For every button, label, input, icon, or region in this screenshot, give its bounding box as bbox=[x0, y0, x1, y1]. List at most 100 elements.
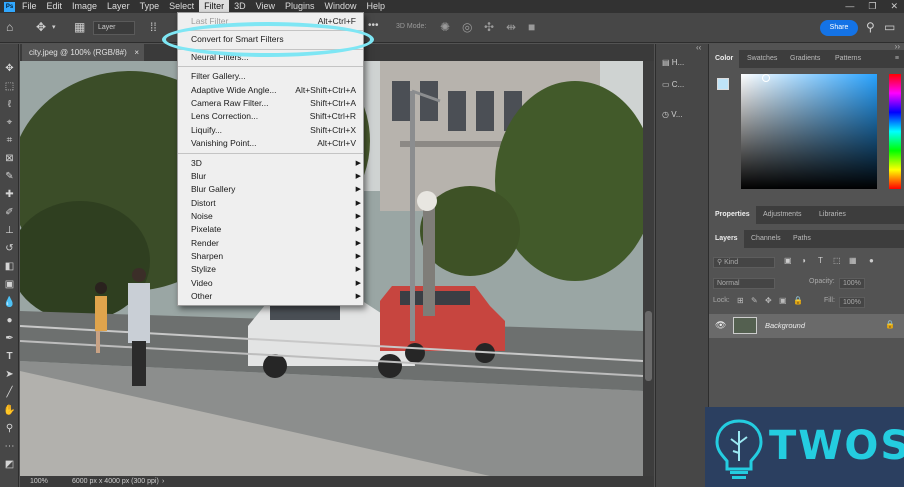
scrollbar-thumb[interactable] bbox=[645, 311, 652, 381]
menu-layer[interactable]: Layer bbox=[102, 0, 135, 13]
tab-color[interactable]: Color bbox=[709, 50, 740, 68]
fill-field[interactable]: 100% bbox=[839, 297, 865, 308]
lock-artboard-icon[interactable]: ▣ bbox=[779, 296, 787, 305]
document-tab[interactable]: city.jpeg @ 100% (RGB/8#) × bbox=[22, 44, 144, 61]
orbit-3d-icon[interactable]: ✺ bbox=[440, 20, 450, 34]
path-select-tool-icon[interactable]: ➤ bbox=[2, 368, 17, 382]
color-picker-cursor[interactable] bbox=[762, 74, 770, 82]
menu-item-adaptive-wide-angle[interactable]: Adaptive Wide Angle... Alt+Shift+Ctrl+A bbox=[191, 84, 356, 97]
lock-all-icon[interactable]: 🔒 bbox=[793, 296, 803, 305]
brush-tool-icon[interactable]: ✐ bbox=[2, 206, 17, 220]
blend-mode-select[interactable]: Normal bbox=[713, 278, 775, 289]
auto-select-dropdown[interactable]: Layer bbox=[93, 21, 135, 35]
tab-layers[interactable]: Layers bbox=[709, 230, 744, 248]
more-tools-icon[interactable]: ⋯ bbox=[2, 440, 17, 454]
chevron-down-icon[interactable]: ▾ bbox=[52, 23, 56, 31]
lock-transparent-icon[interactable]: ⊞ bbox=[737, 296, 744, 305]
close-tab-icon[interactable]: × bbox=[134, 44, 139, 61]
crop-tool-icon[interactable]: ⌗ bbox=[2, 134, 17, 148]
pan-3d-icon[interactable]: ✣ bbox=[484, 20, 494, 34]
tab-properties[interactable]: Properties bbox=[709, 206, 756, 224]
more-options-icon[interactable]: ••• bbox=[368, 20, 379, 31]
auto-select-icon[interactable]: ▦ bbox=[74, 20, 85, 34]
hue-slider[interactable] bbox=[889, 74, 901, 189]
type-tool-icon[interactable]: T bbox=[2, 350, 17, 364]
tab-adjustments[interactable]: Adjustments bbox=[757, 206, 808, 224]
layer-filter-kind[interactable]: ⚲ Kind bbox=[713, 257, 775, 268]
filter-toggle-icon[interactable]: ● bbox=[869, 256, 874, 265]
tab-swatches[interactable]: Swatches bbox=[741, 50, 783, 68]
layer-row[interactable]: 👁 Background 🔒 bbox=[709, 314, 904, 338]
tab-libraries[interactable]: Libraries bbox=[813, 206, 852, 224]
line-tool-icon[interactable]: ╱ bbox=[2, 386, 17, 400]
workspace-icon[interactable]: ▭ bbox=[884, 20, 895, 34]
menu-item-blur-gallery[interactable]: Blur Gallery ▶ bbox=[191, 183, 361, 196]
opacity-field[interactable]: 100% bbox=[839, 278, 865, 289]
marquee-tool-icon[interactable]: ⬚ bbox=[2, 80, 17, 94]
vertical-scrollbar[interactable] bbox=[643, 61, 654, 476]
menu-item-video[interactable]: Video ▶ bbox=[191, 277, 361, 290]
search-icon[interactable]: ⚲ bbox=[866, 20, 875, 34]
zoom-level[interactable]: 100% bbox=[30, 476, 48, 487]
history-brush-tool-icon[interactable]: ↺ bbox=[2, 242, 17, 256]
menu-item-render[interactable]: Render ▶ bbox=[191, 237, 361, 250]
menu-item-liquify[interactable]: Liquify... Shift+Ctrl+X bbox=[191, 124, 356, 137]
home-icon[interactable]: ⌂ bbox=[6, 20, 13, 34]
close-icon[interactable]: ✕ bbox=[890, 0, 898, 13]
menu-item-pixelate[interactable]: Pixelate ▶ bbox=[191, 223, 361, 236]
tab-patterns[interactable]: Patterns bbox=[829, 50, 867, 68]
gradient-tool-icon[interactable]: ▣ bbox=[2, 278, 17, 292]
filter-smart-object-icon[interactable]: ▦ bbox=[849, 256, 857, 265]
menu-item-filter-gallery[interactable]: Filter Gallery... bbox=[191, 70, 356, 83]
eraser-tool-icon[interactable]: ◧ bbox=[2, 260, 17, 274]
minimize-icon[interactable]: — bbox=[845, 0, 854, 13]
status-menu-arrow-icon[interactable]: › bbox=[162, 476, 164, 487]
menu-item-stylize[interactable]: Stylize ▶ bbox=[191, 263, 361, 276]
restore-icon[interactable]: ❐ bbox=[868, 0, 876, 13]
comments-panel-button[interactable]: ▭ C... bbox=[662, 80, 684, 89]
scale-3d-icon[interactable]: ■ bbox=[528, 20, 535, 34]
menu-item-blur[interactable]: Blur ▶ bbox=[191, 170, 361, 183]
menu-item-camera-raw-filter[interactable]: Camera Raw Filter... Shift+Ctrl+A bbox=[191, 97, 356, 110]
dodge-tool-icon[interactable]: ● bbox=[2, 314, 17, 328]
eyedropper-tool-icon[interactable]: ✎ bbox=[2, 170, 17, 184]
roll-3d-icon[interactable]: ◎ bbox=[462, 20, 472, 34]
menu-edit[interactable]: Edit bbox=[42, 0, 68, 13]
menu-item-other[interactable]: Other ▶ bbox=[191, 290, 361, 303]
visibility-eye-icon[interactable]: 👁 bbox=[715, 320, 726, 331]
healing-brush-tool-icon[interactable]: ✚ bbox=[2, 188, 17, 202]
stamp-tool-icon[interactable]: ⊥ bbox=[2, 224, 17, 238]
menu-item-noise[interactable]: Noise ▶ bbox=[191, 210, 361, 223]
color-field[interactable] bbox=[741, 74, 877, 189]
menu-item-distort[interactable]: Distort ▶ bbox=[191, 197, 361, 210]
menu-type[interactable]: Type bbox=[135, 0, 165, 13]
collapse-panels-icon[interactable]: ‹‹ bbox=[696, 43, 701, 52]
share-button[interactable]: Share bbox=[820, 20, 858, 36]
hand-tool-icon[interactable]: ✋ bbox=[2, 404, 17, 418]
history-panel-button[interactable]: ▤ H... bbox=[662, 58, 684, 67]
lasso-tool-icon[interactable]: ℓ bbox=[2, 98, 17, 112]
lock-position-icon[interactable]: ✥ bbox=[765, 296, 772, 305]
menu-item-sharpen[interactable]: Sharpen ▶ bbox=[191, 250, 361, 263]
slide-3d-icon[interactable]: ⇹ bbox=[506, 20, 516, 34]
menu-item-lens-correction[interactable]: Lens Correction... Shift+Ctrl+R bbox=[191, 110, 356, 123]
pen-tool-icon[interactable]: ✒ bbox=[2, 332, 17, 346]
filter-pixel-icon[interactable]: ▣ bbox=[784, 256, 792, 265]
tab-channels[interactable]: Channels bbox=[745, 230, 787, 248]
versions-panel-button[interactable]: ◷ V... bbox=[662, 110, 683, 119]
filter-adjustment-icon[interactable]: ◑ bbox=[801, 256, 806, 265]
filter-type-icon[interactable]: T bbox=[818, 256, 823, 265]
zoom-tool-icon[interactable]: ⚲ bbox=[2, 422, 17, 436]
menu-item-vanishing-point[interactable]: Vanishing Point... Alt+Ctrl+V bbox=[191, 137, 356, 150]
frame-tool-icon[interactable]: ⊠ bbox=[2, 152, 17, 166]
object-select-tool-icon[interactable]: ⌖ bbox=[2, 116, 17, 130]
tab-gradients[interactable]: Gradients bbox=[784, 50, 826, 68]
move-tool-icon[interactable]: ✥ bbox=[2, 62, 17, 76]
blur-tool-icon[interactable]: 💧 bbox=[2, 296, 17, 310]
panel-menu-icon[interactable]: ≡ bbox=[889, 50, 904, 68]
layer-name[interactable]: Background bbox=[765, 321, 805, 330]
color-swatch-icon[interactable]: ◩ bbox=[2, 458, 17, 472]
menu-item-3d[interactable]: 3D ▶ bbox=[191, 157, 361, 170]
move-tool-icon[interactable]: ✥ bbox=[36, 20, 46, 34]
tab-paths[interactable]: Paths bbox=[787, 230, 817, 248]
